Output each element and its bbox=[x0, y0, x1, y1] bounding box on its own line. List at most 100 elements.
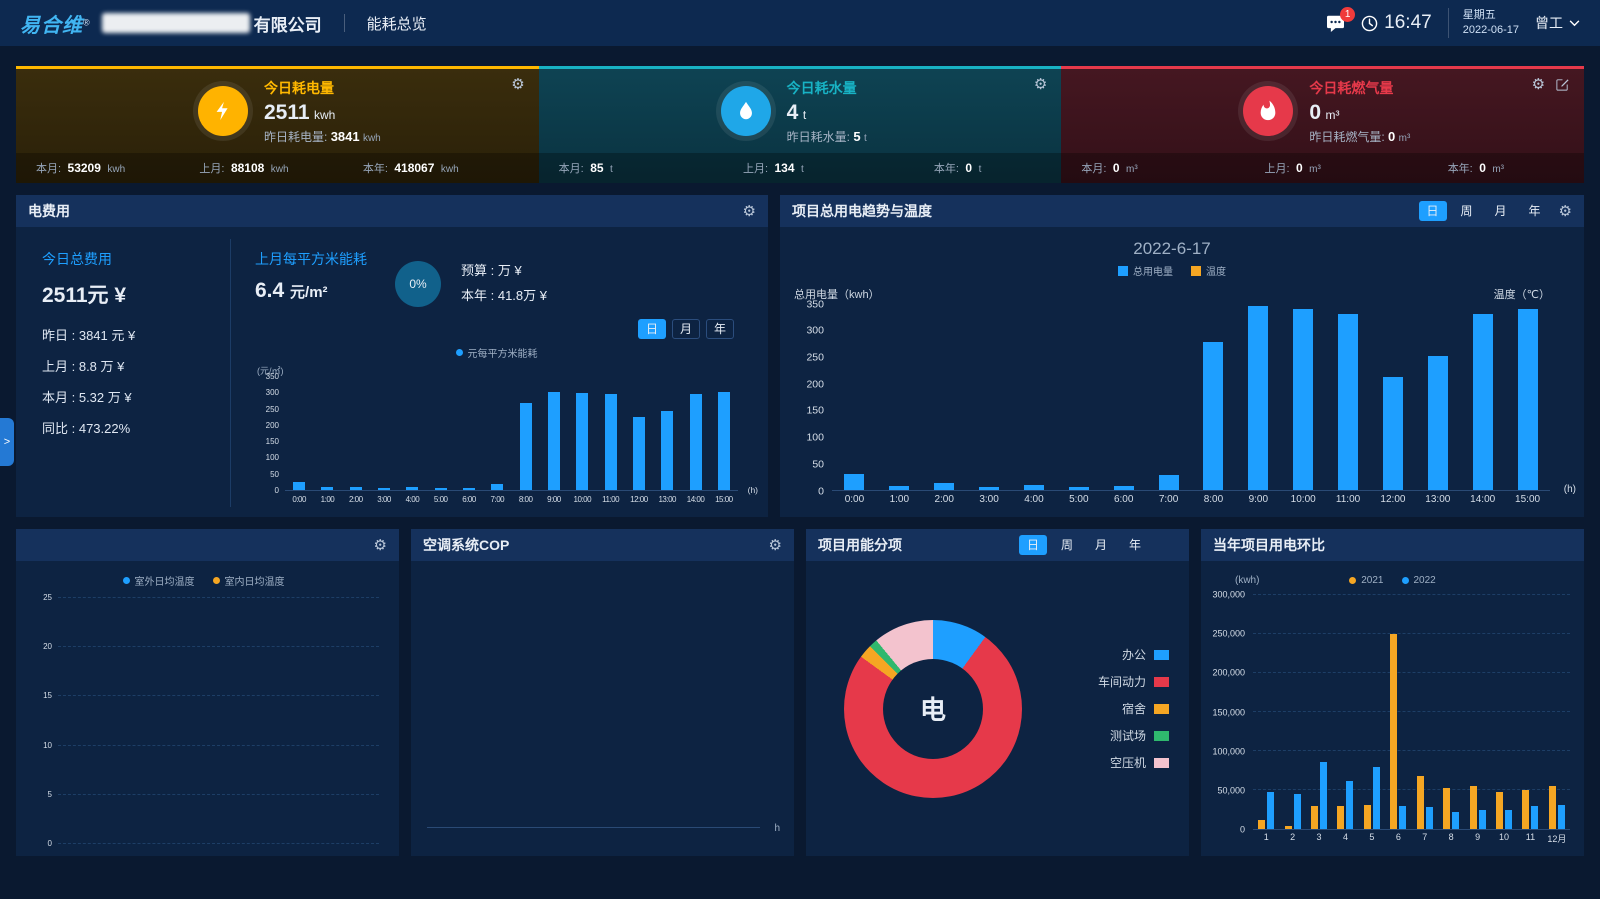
tab-月[interactable]: 月 bbox=[672, 319, 700, 339]
legend-item-总用电量[interactable]: 总用电量 bbox=[1118, 263, 1173, 278]
gear-icon[interactable]: ⚙ bbox=[769, 538, 782, 553]
tab-日[interactable]: 日 bbox=[1019, 535, 1047, 555]
x-axis-unit: (h) bbox=[1564, 484, 1576, 495]
notification-badge: 1 bbox=[1340, 7, 1355, 22]
panel-title: 项目总用电趋势与温度 bbox=[792, 201, 932, 221]
chart-bar bbox=[1024, 485, 1044, 490]
footer-stat: 本月: 0 m³ bbox=[1081, 159, 1137, 177]
cost-stat-line: 同比 : 473.22% bbox=[42, 418, 230, 437]
tab-年[interactable]: 年 bbox=[706, 319, 734, 339]
panel-title: 空调系统COP bbox=[423, 535, 509, 555]
axis-tick: 100 bbox=[806, 432, 824, 443]
axis-tick: 0 bbox=[275, 487, 279, 495]
axis-tick: 350 bbox=[806, 299, 824, 310]
chart-bar-2021 bbox=[1443, 788, 1450, 829]
axis-tick: 7 bbox=[1412, 832, 1438, 845]
axis-tick: 5:00 bbox=[427, 495, 455, 504]
panel-title: 电费用 bbox=[28, 201, 70, 221]
donut-center-label: 电 bbox=[920, 690, 946, 727]
tab-日[interactable]: 日 bbox=[638, 319, 666, 339]
chart-bar-2022 bbox=[1531, 806, 1538, 829]
tab-周[interactable]: 周 bbox=[1453, 201, 1481, 221]
card-value: 4 t bbox=[787, 101, 867, 125]
edit-icon[interactable] bbox=[1555, 77, 1570, 92]
axis-tick: 8 bbox=[1438, 832, 1464, 845]
time-text: 16:47 bbox=[1384, 12, 1432, 34]
gear-icon[interactable]: ⚙ bbox=[743, 204, 756, 219]
legend-item-温度[interactable]: 温度 bbox=[1191, 263, 1226, 278]
axis-tick: 8:00 bbox=[1191, 494, 1236, 505]
panel-temperature: ⚙ 室外日均温度室内日均温度 0510152025 bbox=[16, 529, 399, 856]
footer-stat: 本月: 53209 kwh bbox=[36, 159, 125, 177]
axis-tick: 0:00 bbox=[285, 495, 313, 504]
nav-menu-energy-overview[interactable]: 能耗总览 bbox=[367, 13, 427, 34]
sidebar-expand-handle[interactable]: > bbox=[0, 418, 14, 466]
messages-button[interactable]: 1 bbox=[1326, 15, 1345, 32]
axis-tick: 10:00 bbox=[568, 495, 596, 504]
sqm-label: 上月每平方米能耗 bbox=[255, 249, 367, 269]
panel-power-trend: 项目总用电趋势与温度 日周月年 ⚙ 2022-6-17 总用电量温度 总用电量（… bbox=[780, 195, 1584, 517]
tab-年[interactable]: 年 bbox=[1521, 201, 1549, 221]
gear-icon[interactable]: ⚙ bbox=[511, 77, 524, 92]
axis-tick: 14:00 bbox=[681, 495, 709, 504]
gear-icon[interactable]: ⚙ bbox=[1034, 77, 1047, 92]
axis-tick: 9:00 bbox=[1236, 494, 1281, 505]
tab-周[interactable]: 周 bbox=[1053, 535, 1081, 555]
app-logo: 易合维® bbox=[20, 9, 90, 38]
top-navbar: 易合维® 有限公司 能耗总览 1 16:47 星期五 2022-06-17 曾工 bbox=[0, 0, 1600, 46]
axis-tick: 11 bbox=[1517, 832, 1543, 845]
nav-divider bbox=[344, 14, 345, 32]
tab-月[interactable]: 月 bbox=[1487, 201, 1515, 221]
water-drop-icon bbox=[721, 86, 771, 136]
breakdown-legend-空压机[interactable]: 空压机 bbox=[1098, 754, 1169, 771]
breakdown-legend-测试场[interactable]: 测试场 bbox=[1098, 727, 1169, 744]
year-total-label: 本年 : 41.8万 ¥ bbox=[461, 284, 547, 309]
breakdown-legend-办公[interactable]: 办公 bbox=[1098, 646, 1169, 663]
tab-年[interactable]: 年 bbox=[1121, 535, 1149, 555]
axis-tick: 2:00 bbox=[342, 495, 370, 504]
chart-bar bbox=[1338, 314, 1358, 490]
legend-item-室外日均温度[interactable]: 室外日均温度 bbox=[123, 573, 195, 588]
cop-axis-line bbox=[427, 827, 760, 828]
tab-月[interactable]: 月 bbox=[1087, 535, 1115, 555]
kpi-card-water: ⚙ 今日耗水量 4 t 昨日耗水量: 5 t 本月: 85 t上月: 134 t… bbox=[539, 66, 1062, 183]
panel-energy-breakdown: 项目用能分项 日周月年 电 办公车间动力宿舍测试场空压机 bbox=[806, 529, 1189, 856]
chart-bar bbox=[979, 487, 999, 490]
legend-item-2022[interactable]: 2022 bbox=[1402, 575, 1436, 586]
card-value: 2511 kwh bbox=[264, 101, 381, 125]
tab-日[interactable]: 日 bbox=[1419, 201, 1447, 221]
axis-tick: 6 bbox=[1385, 832, 1411, 845]
y-axis-unit: (kwh) bbox=[1235, 575, 1259, 586]
axis-tick: 10 bbox=[43, 742, 52, 750]
chart-bar-2021 bbox=[1285, 826, 1292, 829]
cost-stat-line: 上月 : 8.8 万 ¥ bbox=[42, 356, 230, 375]
chart-bar-2022 bbox=[1452, 812, 1459, 829]
card-value: 0 m³ bbox=[1309, 101, 1410, 125]
donut-center: 电 bbox=[883, 659, 983, 759]
user-menu[interactable]: 曾工 bbox=[1535, 13, 1580, 33]
panel-electricity-cost: 电费用 ⚙ 今日总费用 2511元 ¥ 昨日 : 3841 元 ¥上月 : 8.… bbox=[16, 195, 768, 517]
gear-icon[interactable]: ⚙ bbox=[1532, 77, 1545, 92]
chart-bar bbox=[889, 486, 909, 490]
chart-bar-2022 bbox=[1505, 810, 1512, 829]
gear-icon[interactable]: ⚙ bbox=[374, 538, 387, 553]
chart-bar-2022 bbox=[1346, 781, 1353, 829]
breakdown-legend-宿舍[interactable]: 宿舍 bbox=[1098, 700, 1169, 717]
chart-bar-2021 bbox=[1549, 786, 1556, 829]
axis-tick: 13:00 bbox=[1415, 494, 1460, 505]
legend-item-室内日均温度[interactable]: 室内日均温度 bbox=[213, 573, 285, 588]
axis-tick: 0 bbox=[818, 486, 824, 497]
footer-stat: 上月: 134 t bbox=[743, 159, 804, 177]
axis-tick: 100,000 bbox=[1212, 747, 1245, 756]
legend-item-元每平方米能耗[interactable]: 元每平方米能耗 bbox=[456, 345, 538, 360]
today-cost-label: 今日总费用 bbox=[42, 249, 230, 269]
gear-icon[interactable]: ⚙ bbox=[1559, 204, 1572, 219]
breakdown-tabs: 日周月年 bbox=[1013, 535, 1149, 555]
legend-item-2021[interactable]: 2021 bbox=[1349, 575, 1383, 586]
chart-bar-2022 bbox=[1479, 810, 1486, 829]
axis-tick: 7:00 bbox=[483, 495, 511, 504]
card-footer: 本月: 0 m³上月: 0 m³本年: 0 m³ bbox=[1061, 153, 1584, 183]
axis-tick: 9 bbox=[1464, 832, 1490, 845]
breakdown-legend-车间动力[interactable]: 车间动力 bbox=[1098, 673, 1169, 690]
axis-tick: 50 bbox=[812, 459, 824, 470]
